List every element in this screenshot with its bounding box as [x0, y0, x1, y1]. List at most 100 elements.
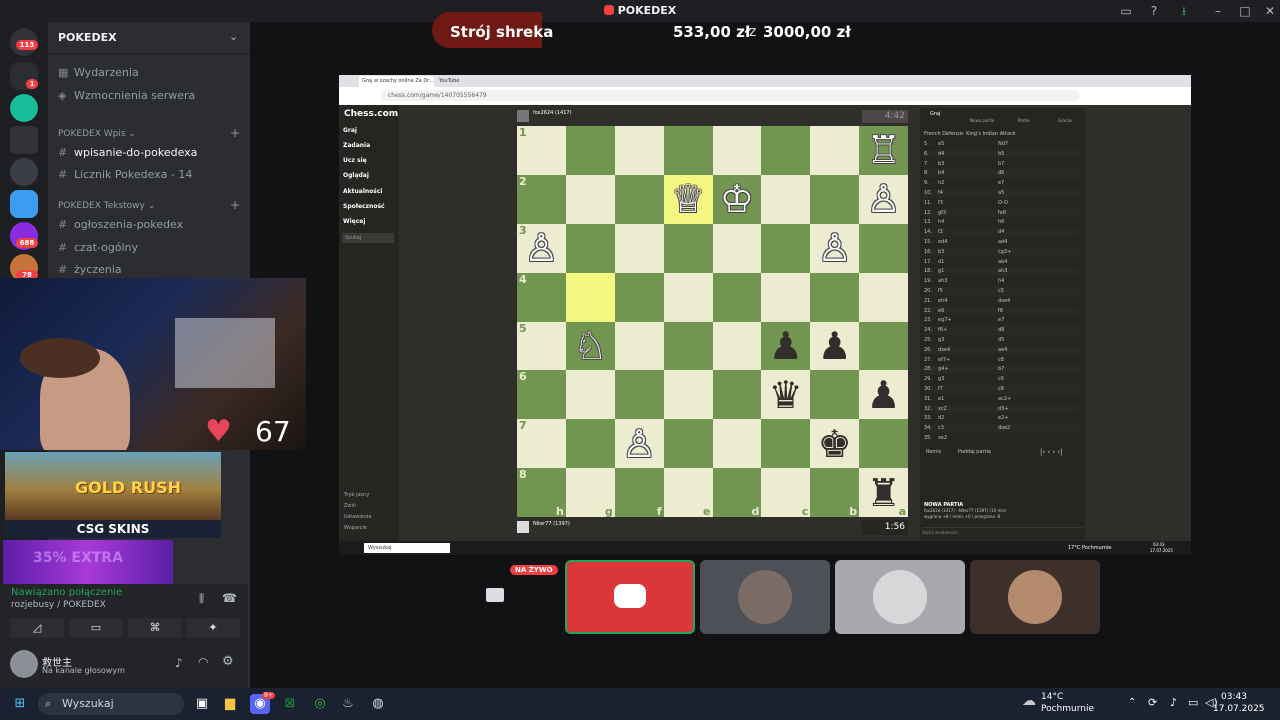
weather-temp[interactable]: 14°C: [1041, 692, 1063, 702]
download-icon[interactable]: ⭳: [1176, 3, 1192, 19]
white-knight-piece[interactable]: ♘: [573, 327, 607, 365]
board-square[interactable]: [712, 223, 762, 273]
chat-input[interactable]: Wyślij wiadomość...: [922, 527, 1083, 536]
board-square[interactable]: [614, 126, 664, 175]
board-square[interactable]: [614, 370, 664, 420]
black-pawn-piece[interactable]: ♟: [867, 376, 901, 414]
browser-tab[interactable]: Graj w szachy online Za Dr...: [359, 76, 434, 87]
board-square[interactable]: ♙: [614, 419, 664, 469]
board-square[interactable]: b: [810, 468, 860, 517]
board-square[interactable]: [663, 419, 713, 469]
board-square[interactable]: [614, 223, 664, 273]
events-item[interactable]: ▦ Wydarzenia: [58, 64, 139, 82]
move-row[interactable]: 10. f4 a5: [924, 189, 1079, 198]
move-row[interactable]: 11. f3 O-O: [924, 199, 1079, 208]
board-square[interactable]: [859, 321, 908, 371]
board-square[interactable]: 8h: [517, 468, 566, 517]
board-square[interactable]: e: [663, 468, 713, 517]
board-square[interactable]: [663, 126, 713, 175]
board-square[interactable]: ♕: [663, 174, 713, 224]
nav-bottom-2[interactable]: Ustawienia: [344, 514, 371, 520]
move-nav-icon[interactable]: |‹ ‹ › ›|: [1040, 448, 1063, 456]
nav-zadania[interactable]: Zadania: [343, 142, 370, 149]
panel-tab-graj[interactable]: Graj: [930, 111, 940, 117]
move-row[interactable]: 14. f2 d4: [924, 228, 1079, 237]
board-square[interactable]: [614, 321, 664, 371]
obs-icon[interactable]: ◍: [368, 694, 388, 714]
board-square[interactable]: [565, 174, 615, 224]
voice-channel[interactable]: rozjebusy / POKEDEX: [11, 600, 106, 610]
board-square[interactable]: [712, 370, 762, 420]
board-square[interactable]: [663, 321, 713, 371]
board-square[interactable]: [663, 272, 713, 322]
steam-icon[interactable]: ♨: [338, 694, 358, 714]
nav-ogladaj[interactable]: Oglądaj: [343, 172, 369, 179]
black-pawn-piece[interactable]: ♟: [818, 327, 852, 365]
nav-ucz[interactable]: Ucz się: [343, 157, 367, 164]
move-row[interactable]: 18. g1 ah3: [924, 267, 1079, 277]
black-king-piece[interactable]: ♚: [818, 425, 852, 463]
channel-zyczenia[interactable]: # życzenia: [58, 261, 122, 279]
move-row[interactable]: 27. ef7+ c8: [924, 356, 1079, 365]
board-square[interactable]: ♟: [810, 321, 860, 371]
participant-tile[interactable]: [700, 560, 830, 634]
white-pawn-piece[interactable]: ♙: [867, 180, 901, 218]
file-explorer-icon[interactable]: ▆: [220, 694, 240, 714]
move-row[interactable]: 16. b3 cg3+: [924, 247, 1079, 257]
board-square[interactable]: [761, 174, 811, 224]
resign-button[interactable]: Poddaj partię: [958, 449, 991, 455]
chevron-up-icon[interactable]: ⌃: [1128, 697, 1136, 708]
category-pokedex-wpis[interactable]: POKEDEX Wpis ⌄: [58, 129, 136, 139]
move-row[interactable]: 24. f6+ d8: [924, 326, 1079, 335]
board-square[interactable]: [761, 419, 811, 469]
bottom-player-name[interactable]: Niter77 (1397): [533, 521, 570, 527]
soundboard-button[interactable]: ✦: [186, 618, 240, 638]
move-row[interactable]: 19. ah3 h4: [924, 277, 1079, 286]
nav-bottom-3[interactable]: Wsparcie: [344, 525, 367, 531]
chess-logo[interactable]: Chess.com: [344, 109, 398, 119]
participant-tile-discord[interactable]: [565, 560, 695, 634]
url-bar[interactable]: chess.com/game/140705556479: [380, 90, 1080, 101]
board-square[interactable]: 6: [517, 370, 566, 420]
board-square[interactable]: ♟: [761, 321, 811, 371]
camera-toggle-button[interactable]: ◿: [10, 618, 64, 638]
maximize-button[interactable]: □: [1237, 3, 1253, 19]
move-row[interactable]: 23. eg7+ e7: [924, 316, 1079, 325]
task-view-icon[interactable]: ▣: [192, 694, 212, 714]
board-square[interactable]: 5: [517, 321, 566, 371]
move-row[interactable]: 20. f5 c5: [924, 287, 1079, 296]
black-rook-piece[interactable]: ♜: [867, 474, 901, 512]
sync-icon[interactable]: ⟳: [1148, 696, 1157, 709]
board-square[interactable]: ♚: [810, 419, 860, 469]
move-row[interactable]: 35. xe2: [924, 434, 1079, 443]
server-icon-shield[interactable]: [10, 158, 38, 186]
board-square[interactable]: [565, 223, 615, 273]
nav-wiecej[interactable]: Więcej: [343, 218, 365, 225]
board-square[interactable]: [859, 272, 908, 322]
activity-button[interactable]: ⌘: [128, 618, 182, 638]
board-square[interactable]: [810, 126, 860, 175]
board-square[interactable]: [565, 272, 615, 322]
screen-share-button[interactable]: ▭: [69, 618, 123, 638]
move-row[interactable]: 25. g3 d5: [924, 336, 1079, 345]
move-row[interactable]: 34. c3 dxe2: [924, 424, 1079, 433]
move-row[interactable]: 22. e6 f8: [924, 306, 1079, 316]
panel-tab-nowa[interactable]: Nowa partia: [970, 118, 994, 123]
board-square[interactable]: ♛: [761, 370, 811, 420]
white-king-piece[interactable]: ♔: [720, 180, 754, 218]
chess-board[interactable]: 1 ♖ 2 ♕ ♔ ♙ 3 ♙ ♙ 4 5 ♘ ♟ ♟ 6 ♛ ♟ 7 ♙ ♚ 8 h g f e d c b a ♜: [517, 126, 908, 517]
server-icon-gear[interactable]: [10, 94, 38, 122]
inbox-icon[interactable]: ▭: [1118, 3, 1134, 19]
white-rook-piece[interactable]: ♖: [867, 131, 901, 169]
black-pawn-piece[interactable]: ♟: [769, 327, 803, 365]
panel-tab-partie[interactable]: Partie: [1018, 118, 1029, 123]
server-icon-bird[interactable]: [10, 190, 38, 218]
board-square[interactable]: [712, 272, 762, 322]
clock-date[interactable]: 17.07.2025: [1213, 704, 1265, 714]
board-square[interactable]: ♙: [859, 174, 908, 224]
close-button[interactable]: ✕: [1262, 3, 1278, 19]
board-square[interactable]: [859, 419, 908, 469]
move-row[interactable]: 28. g4+ b7: [924, 365, 1079, 375]
nav-graj[interactable]: Graj: [343, 127, 357, 134]
white-pawn-piece[interactable]: ♙: [622, 425, 656, 463]
